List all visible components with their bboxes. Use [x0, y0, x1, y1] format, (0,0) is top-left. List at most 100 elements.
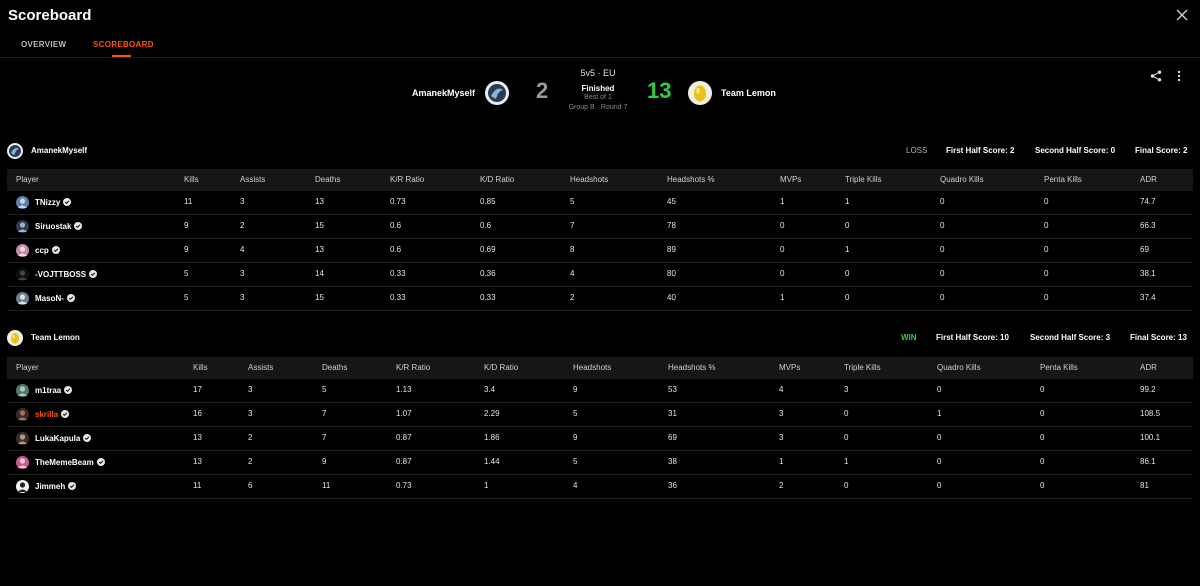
team1-first-half: First Half Score: 2: [946, 146, 1015, 155]
stat-cell: 5: [184, 293, 189, 302]
stat-cell: 0: [940, 197, 945, 206]
player-avatar[interactable]: [16, 408, 29, 421]
team1-small-logo[interactable]: [7, 143, 23, 159]
stat-cell: 1: [779, 457, 784, 466]
player-avatar[interactable]: [16, 268, 29, 281]
col-header: MVPs: [779, 363, 801, 372]
stat-cell: 3: [779, 433, 784, 442]
table-row: Siruostak 9 2 15 0.6 0.6 7 78 0 0 0 0 66.3: [7, 215, 1193, 239]
stat-cell: 5: [322, 385, 327, 394]
stat-cell: 11: [193, 481, 202, 490]
stat-cell: 80: [667, 269, 676, 278]
player-name[interactable]: Jimmeh: [35, 482, 77, 491]
close-icon[interactable]: [1174, 7, 1190, 23]
verified-icon: [68, 482, 77, 490]
stat-cell: 0: [1040, 433, 1045, 442]
stat-cell: 16: [193, 409, 202, 418]
col-header: Quadro Kills: [937, 363, 981, 372]
team2-logo[interactable]: [688, 81, 712, 105]
stat-cell: 0.87: [396, 457, 412, 466]
col-header: MVPs: [780, 175, 802, 184]
player-name[interactable]: m1traa: [35, 386, 73, 395]
tab-scoreboard[interactable]: SCOREBOARD: [93, 40, 154, 49]
more-vertical-icon[interactable]: [1175, 69, 1183, 82]
stat-cell: 0: [780, 221, 785, 230]
verified-icon: [89, 270, 98, 278]
player-avatar[interactable]: [16, 456, 29, 469]
stat-cell: 78: [667, 221, 676, 230]
stat-cell: 0.69: [480, 245, 496, 254]
player-name[interactable]: MasoN-: [35, 294, 75, 303]
player-avatar[interactable]: [16, 220, 29, 233]
player-avatar[interactable]: [16, 480, 29, 493]
stat-cell: 17: [193, 385, 202, 394]
team1-logo[interactable]: [485, 81, 509, 105]
player-name-text[interactable]: MasoN-: [35, 294, 64, 303]
stat-cell: 7: [322, 433, 327, 442]
player-name-text[interactable]: skrilla: [35, 410, 58, 419]
player-name-text[interactable]: m1traa: [35, 386, 61, 395]
stat-cell: 100.1: [1140, 433, 1161, 442]
col-header: Player: [16, 175, 39, 184]
player-name[interactable]: ccp: [35, 246, 60, 255]
player-name[interactable]: skrilla: [35, 410, 70, 419]
stat-cell: 14: [315, 269, 324, 278]
tab-overview[interactable]: OVERVIEW: [21, 40, 66, 49]
stat-cell: 0: [937, 457, 942, 466]
player-name-text[interactable]: -VOJTTBOSS: [35, 270, 86, 279]
col-header: Deaths: [322, 363, 348, 372]
stat-cell: 5: [573, 409, 578, 418]
stat-cell: 2: [240, 221, 245, 230]
stat-cell: 1: [780, 197, 785, 206]
stat-cell: 0.33: [390, 269, 406, 278]
stat-cell: 13: [315, 197, 324, 206]
player-avatar[interactable]: [16, 292, 29, 305]
player-name-text[interactable]: Siruostak: [35, 222, 71, 231]
player-name-text[interactable]: TNizzy: [35, 198, 60, 207]
player-name-text[interactable]: LukaKapula: [35, 434, 80, 443]
stat-cell: 89: [667, 245, 676, 254]
verified-icon: [63, 198, 72, 206]
col-header: Headshots %: [668, 363, 716, 372]
team2-name[interactable]: Team Lemon: [721, 88, 776, 98]
col-header: K/D Ratio: [480, 175, 515, 184]
stat-cell: 1: [484, 481, 489, 490]
share-icon[interactable]: [1150, 69, 1162, 82]
player-avatar[interactable]: [16, 384, 29, 397]
stat-cell: 0: [940, 269, 945, 278]
team1-name[interactable]: AmanekMyself: [412, 88, 475, 98]
stat-cell: 0: [940, 245, 945, 254]
stat-cell: 0.87: [396, 433, 412, 442]
stat-cell: 37.4: [1140, 293, 1156, 302]
stat-cell: 0: [780, 269, 785, 278]
stat-cell: 7: [322, 409, 327, 418]
stat-cell: 0.85: [480, 197, 496, 206]
stat-cell: 8: [570, 245, 575, 254]
player-name-text[interactable]: ccp: [35, 246, 49, 255]
stat-cell: 3.4: [484, 385, 496, 394]
stat-cell: 11: [184, 197, 193, 206]
stat-cell: 0: [937, 481, 942, 490]
player-avatar[interactable]: [16, 196, 29, 209]
table-header: Player Kills Assists Deaths K/R Ratio K/…: [7, 357, 1193, 379]
team2-small-logo[interactable]: [7, 330, 23, 346]
player-name[interactable]: LukaKapula: [35, 434, 92, 443]
team1-label[interactable]: AmanekMyself: [31, 146, 87, 155]
stat-cell: 3: [779, 409, 784, 418]
player-name-text[interactable]: TheMemeBeam: [35, 458, 94, 467]
col-header: ADR: [1140, 175, 1157, 184]
table-row: m1traa 17 3 5 1.13 3.4 9 53 4 3 0 0 99.2: [7, 379, 1193, 403]
player-name-text[interactable]: Jimmeh: [35, 482, 65, 491]
player-avatar[interactable]: [16, 432, 29, 445]
player-name[interactable]: TNizzy: [35, 198, 72, 207]
stat-cell: 3: [240, 269, 245, 278]
stat-cell: 74.7: [1140, 197, 1156, 206]
player-avatar[interactable]: [16, 244, 29, 257]
player-name[interactable]: TheMemeBeam: [35, 458, 105, 467]
stat-cell: 0: [1044, 269, 1049, 278]
team2-label[interactable]: Team Lemon: [31, 333, 80, 342]
stat-cell: 0: [940, 221, 945, 230]
player-name[interactable]: Siruostak: [35, 222, 83, 231]
player-name[interactable]: -VOJTTBOSS: [35, 270, 98, 279]
col-header: Quadro Kills: [940, 175, 984, 184]
